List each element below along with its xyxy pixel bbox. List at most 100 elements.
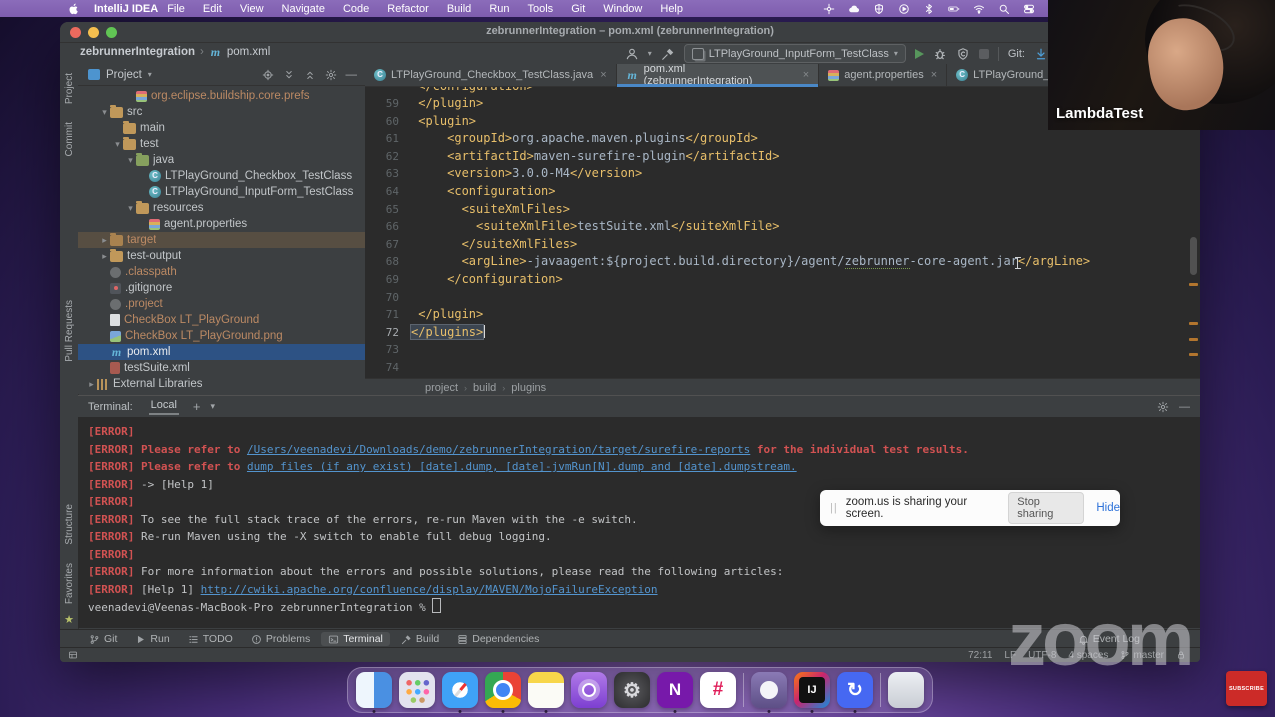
toolwindow-build[interactable]: Build xyxy=(394,632,446,646)
editor-line-61[interactable]: 61 <groupId>org.apache.maven.plugins</gr… xyxy=(365,130,1200,148)
tree-item-resources[interactable]: ▾resources xyxy=(78,200,365,216)
menu-view[interactable]: View xyxy=(231,3,273,15)
menu-help[interactable]: Help xyxy=(651,3,692,15)
search-icon[interactable] xyxy=(998,3,1010,15)
close-tab-icon[interactable]: × xyxy=(931,69,937,81)
editor-breadcrumb-build[interactable]: build xyxy=(473,382,496,394)
collapse-all-icon[interactable] xyxy=(304,69,316,81)
debug-button[interactable] xyxy=(933,47,947,61)
tree-item-ltplayground-checkbox-testclass[interactable]: CLTPlayGround_Checkbox_TestClass xyxy=(78,168,365,184)
status-lf[interactable]: LF xyxy=(1004,650,1016,661)
editor-line-74[interactable]: 74 xyxy=(365,359,1200,377)
terminal-dropdown-icon[interactable]: ▾ xyxy=(211,401,216,412)
menu-navigate[interactable]: Navigate xyxy=(273,3,334,15)
hide-panel-icon[interactable]: — xyxy=(346,69,358,81)
bookmark-star-icon[interactable]: ★ xyxy=(64,613,74,630)
wifi-icon[interactable] xyxy=(973,3,985,15)
tree-item-checkbox-lt-playground[interactable]: CheckBox LT_PlayGround xyxy=(78,312,365,328)
strip-item-pull-requests[interactable]: Pull Requests xyxy=(64,291,75,371)
editor-line-65[interactable]: 65 <suiteXmlFiles> xyxy=(365,201,1200,219)
dock-trash-icon[interactable] xyxy=(888,672,924,708)
tool-windows-icon[interactable] xyxy=(68,650,78,660)
menu-code[interactable]: Code xyxy=(334,3,378,15)
editor-breadcrumb-plugins[interactable]: plugins xyxy=(511,382,546,394)
project-panel-title[interactable]: Project xyxy=(106,69,142,81)
tree-chevron-icon[interactable]: ▸ xyxy=(99,251,110,262)
tab-ltplayground-checkbox-testclass-java[interactable]: CLTPlayGround_Checkbox_TestClass.java× xyxy=(365,64,617,86)
toolwindow-todo[interactable]: TODO xyxy=(181,632,240,646)
menu-refactor[interactable]: Refactor xyxy=(378,3,438,15)
status-4-spaces[interactable]: 4 spaces xyxy=(1068,650,1108,661)
locate-icon[interactable] xyxy=(262,69,274,81)
tree-item-ltplayground-inputform-testclass[interactable]: CLTPlayGround_InputForm_TestClass xyxy=(78,184,365,200)
banner-drag-handle[interactable]: || xyxy=(830,502,838,514)
toolwindow-problems[interactable]: Problems xyxy=(244,632,317,646)
status-master[interactable]: master xyxy=(1120,650,1164,661)
tree-chevron-icon[interactable]: ▸ xyxy=(86,379,97,390)
stop-button[interactable] xyxy=(979,49,989,59)
strip-item-favorites[interactable]: Favorites xyxy=(64,554,75,613)
menu-git[interactable]: Git xyxy=(562,3,594,15)
close-tab-icon[interactable]: × xyxy=(803,69,809,81)
tree-item-org-eclipse-buildship-core-prefs[interactable]: org.eclipse.buildship.core.prefs xyxy=(78,88,365,104)
tree-item-gitignore[interactable]: .gitignore xyxy=(78,280,365,296)
new-terminal-icon[interactable]: + xyxy=(193,399,201,414)
event-log-button[interactable]: Event Log xyxy=(1078,633,1140,645)
editor-line-68[interactable]: 68 <argLine>-javaagent:${project.build.d… xyxy=(365,253,1200,271)
terminal-link[interactable]: http://cwiki.apache.org/confluence/displ… xyxy=(201,583,658,596)
expand-all-icon[interactable] xyxy=(283,69,295,81)
strip-item-structure[interactable]: Structure xyxy=(64,495,75,554)
editor-line-71[interactable]: 71 </plugin> xyxy=(365,306,1200,324)
build-hammer-icon[interactable] xyxy=(661,47,675,61)
terminal-minimize-icon[interactable]: — xyxy=(1179,401,1190,413)
dock-system-settings-icon[interactable]: ⚙ xyxy=(614,672,650,708)
terminal-settings-icon[interactable] xyxy=(1157,401,1169,413)
tree-chevron-icon[interactable]: ▾ xyxy=(125,203,136,214)
editor-line-66[interactable]: 66 <suiteXmlFile>testSuite.xml</suiteXml… xyxy=(365,218,1200,236)
tree-item-src[interactable]: ▾src xyxy=(78,104,365,120)
status-lock[interactable] xyxy=(1176,650,1186,660)
tree-item-classpath[interactable]: .classpath xyxy=(78,264,365,280)
apple-menu-icon[interactable] xyxy=(68,3,80,15)
dock-lambdatest-icon[interactable]: ↻ xyxy=(837,672,873,708)
tree-chevron-icon[interactable]: ▸ xyxy=(99,235,110,246)
dock-notes-icon[interactable] xyxy=(528,672,564,708)
cloud-icon[interactable] xyxy=(848,3,860,15)
project-view-dropdown-icon[interactable]: ▾ xyxy=(148,70,152,79)
tree-chevron-icon[interactable]: ▾ xyxy=(99,107,110,118)
tree-item-checkbox-lt-playground-png[interactable]: CheckBox LT_PlayGround.png xyxy=(78,328,365,344)
hide-banner-link[interactable]: Hide xyxy=(1096,502,1120,514)
toolwindow-git[interactable]: Git xyxy=(82,632,124,646)
terminal-link[interactable]: /Users/veenadevi/Downloads/demo/zebrunne… xyxy=(247,443,750,456)
toolwindow-run[interactable]: Run xyxy=(128,632,176,646)
tab-agent-properties[interactable]: agent.properties× xyxy=(819,64,947,86)
tree-item-testsuite-xml[interactable]: testSuite.xml xyxy=(78,360,365,376)
dock-intellij-idea-icon[interactable] xyxy=(794,672,830,708)
editor-line-73[interactable]: 73 xyxy=(365,341,1200,359)
tree-item-main[interactable]: main xyxy=(78,120,365,136)
battery-icon[interactable] xyxy=(948,3,960,15)
subscribe-badge[interactable]: SUBSCRIBE xyxy=(1226,671,1267,706)
dock-chrome-icon[interactable] xyxy=(485,672,521,708)
git-update-icon[interactable] xyxy=(1034,47,1048,61)
menu-run[interactable]: Run xyxy=(480,3,518,15)
dock-safari-icon[interactable] xyxy=(442,672,478,708)
stop-sharing-button[interactable]: Stop sharing xyxy=(1008,492,1084,524)
menu-window[interactable]: Window xyxy=(594,3,651,15)
menu-file[interactable]: File xyxy=(158,3,194,15)
editor-line-67[interactable]: 67 </suiteXmlFiles> xyxy=(365,236,1200,254)
editor-line-62[interactable]: 62 <artifactId>maven-surefire-plugin</ar… xyxy=(365,148,1200,166)
shieldgrid-icon[interactable] xyxy=(873,3,885,15)
tree-chevron-icon[interactable]: ▾ xyxy=(125,155,136,166)
menu-build[interactable]: Build xyxy=(438,3,480,15)
tree-item-agent-properties[interactable]: agent.properties xyxy=(78,216,365,232)
tree-item-pom-xml[interactable]: mpom.xml xyxy=(78,344,365,360)
tree-item-test-output[interactable]: ▸test-output xyxy=(78,248,365,264)
editor-line-72[interactable]: 72</plugins> xyxy=(365,324,1200,342)
title-bar[interactable]: zebrunnerIntegration – pom.xml (zebrunne… xyxy=(60,22,1200,43)
playcircle-icon[interactable] xyxy=(898,3,910,15)
toolwindow-dependencies[interactable]: Dependencies xyxy=(450,632,546,646)
dock-github-desktop-icon[interactable] xyxy=(751,672,787,708)
tree-item-target[interactable]: ▸target xyxy=(78,232,365,248)
tree-item-test[interactable]: ▾test xyxy=(78,136,365,152)
